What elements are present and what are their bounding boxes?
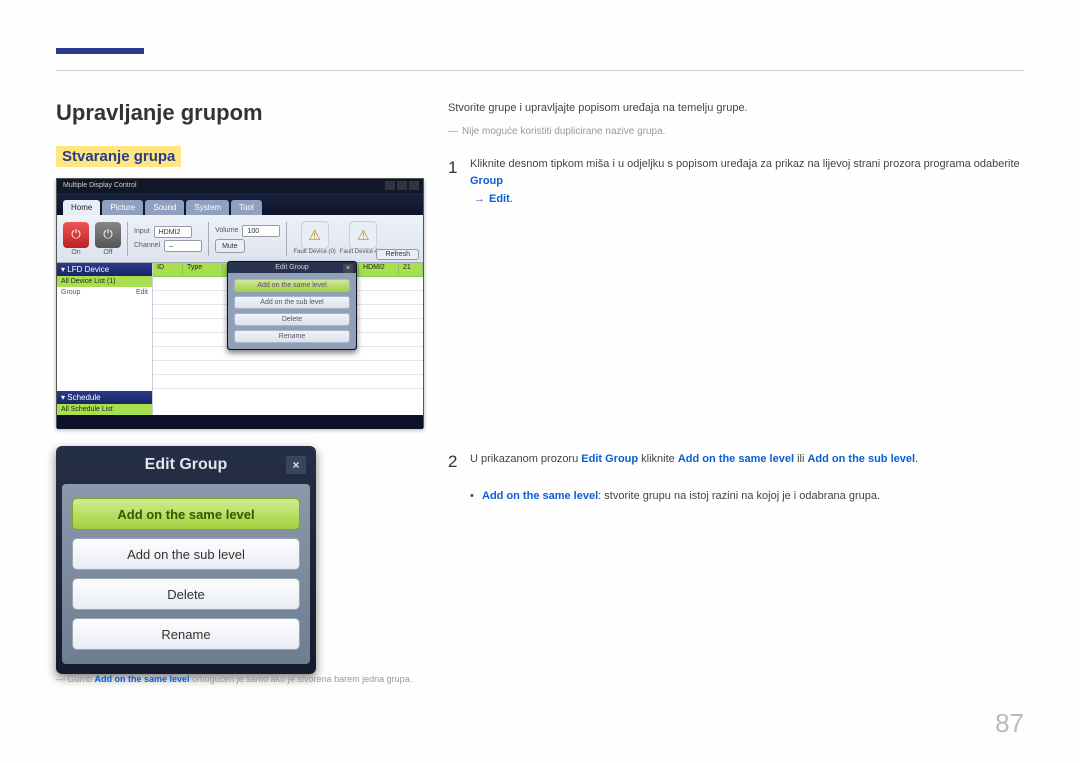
- close-icon[interactable]: ×: [343, 264, 353, 273]
- add-sub-level-button[interactable]: Add on the sub level: [234, 296, 350, 309]
- page-number: 87: [995, 708, 1024, 739]
- sidebar-schedule-header[interactable]: ▾ Schedule: [57, 391, 152, 404]
- dialog-title: Edit Group: [56, 446, 316, 484]
- window-titlebar: Multiple Display Control: [57, 179, 423, 193]
- note-text: ―Nije moguće koristiti duplicirane naziv…: [448, 124, 1024, 140]
- sidebar-schedule-list[interactable]: All Schedule List: [57, 404, 152, 415]
- step-number: 1: [448, 154, 470, 209]
- statusbar: [57, 415, 423, 429]
- warning-icon[interactable]: ⚠: [349, 221, 377, 249]
- bullet-item: • Add on the same level: stvorite grupu …: [448, 487, 1024, 506]
- tab-system[interactable]: System: [186, 200, 229, 215]
- edit-group-mini-dialog: Edit Group× Add on the same level Add on…: [227, 261, 357, 350]
- intro-text: Stvorite grupe i upravljajte popisom ure…: [448, 100, 1024, 118]
- rename-button[interactable]: Rename: [72, 618, 300, 650]
- add-sub-level-button[interactable]: Add on the sub level: [72, 538, 300, 570]
- tab-home[interactable]: Home: [63, 200, 100, 215]
- toolbar: ⏻ On ⏻ Off InputHDMI2 Channel– Volume100…: [57, 215, 423, 263]
- close-icon[interactable]: ×: [286, 456, 306, 474]
- arrow-icon: →: [474, 193, 485, 205]
- power-on-button[interactable]: ⏻: [63, 222, 89, 248]
- step-1: 1 Kliknite desnom tipkom miša i u odjelj…: [448, 154, 1024, 209]
- sidebar-lfd-header[interactable]: ▾ LFD Device: [57, 263, 152, 276]
- edit-group-dialog: Edit Group × Add on the same level Add o…: [56, 446, 316, 674]
- add-same-level-button[interactable]: Add on the same level: [72, 498, 300, 530]
- header-rule: [56, 70, 1024, 71]
- step-number: 2: [448, 448, 470, 477]
- input-select[interactable]: HDMI2: [154, 226, 192, 238]
- sidebar-all-devices[interactable]: All Device List (1): [57, 276, 152, 287]
- tab-tool[interactable]: Tool: [231, 200, 262, 215]
- ui-group: Group: [470, 175, 503, 187]
- header-accent: [56, 48, 144, 54]
- bullet-icon: •: [470, 487, 482, 506]
- grid-row[interactable]: [153, 361, 423, 375]
- tab-bar: Home Picture Sound System Tool: [57, 193, 423, 215]
- delete-button[interactable]: Delete: [234, 313, 350, 326]
- footnote: ― Gumb Add on the same level omogućen je…: [56, 674, 412, 684]
- tab-picture[interactable]: Picture: [102, 200, 143, 215]
- rename-button[interactable]: Rename: [234, 330, 350, 343]
- section-title: Stvaranje grupa: [56, 146, 181, 167]
- dialog-title: Edit Group×: [228, 262, 356, 273]
- channel-select[interactable]: –: [164, 240, 202, 252]
- volume-input[interactable]: 100: [242, 225, 280, 237]
- add-same-level-button[interactable]: Add on the same level: [234, 279, 350, 292]
- refresh-button[interactable]: Refresh: [376, 249, 419, 260]
- tab-sound[interactable]: Sound: [145, 200, 184, 215]
- ui-edit: Edit: [489, 193, 510, 205]
- page-title: Upravljanje grupom: [56, 100, 263, 126]
- screenshot-mdc-window: Multiple Display Control Home Picture So…: [56, 178, 424, 428]
- window-controls[interactable]: [385, 181, 419, 190]
- warning-icon[interactable]: ⚠: [301, 221, 329, 249]
- delete-button[interactable]: Delete: [72, 578, 300, 610]
- step-body: Kliknite desnom tipkom miša i u odjeljku…: [470, 154, 1024, 209]
- sidebar: ▾ LFD Device All Device List (1) GroupEd…: [57, 263, 153, 415]
- step-2: 2 U prikazanom prozoru Edit Group klikni…: [448, 448, 1024, 477]
- sidebar-group-row[interactable]: GroupEdit: [57, 287, 152, 298]
- step-body: U prikazanom prozoru Edit Group kliknite…: [470, 448, 1024, 477]
- grid-row[interactable]: [153, 375, 423, 389]
- mute-button[interactable]: Mute: [215, 239, 245, 253]
- power-off-button[interactable]: ⏻: [95, 222, 121, 248]
